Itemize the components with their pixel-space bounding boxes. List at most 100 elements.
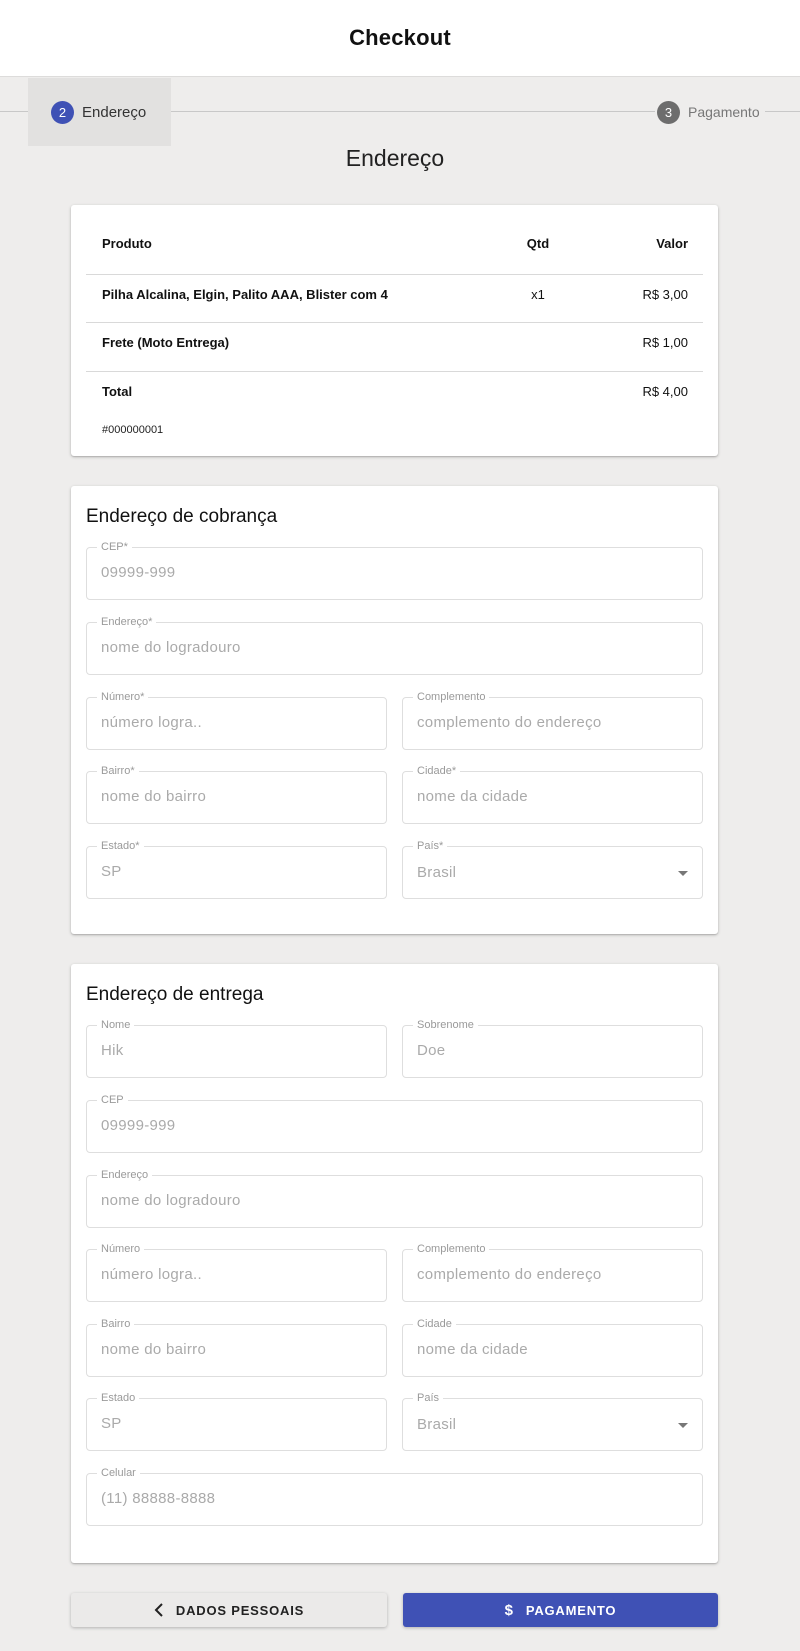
divider (86, 371, 703, 372)
billing-address-card: Endereço de cobrança CEP* Endereço* Núme… (71, 486, 718, 934)
step-endereco[interactable]: 2 Endereço (28, 78, 171, 146)
billing-cidade-field[interactable]: Cidade* (402, 764, 703, 824)
billing-cep-input[interactable] (101, 564, 676, 581)
billing-estado-field[interactable]: Estado* (86, 839, 387, 899)
button-label: DADOS PESSOAIS (175, 1602, 305, 1618)
field-label: Complemento (413, 690, 490, 704)
shipping-complemento-field[interactable]: Complemento (402, 1242, 703, 1302)
selected-value: Brasil (417, 864, 457, 881)
billing-estado-input[interactable] (101, 863, 360, 880)
top-bar: Checkout (0, 0, 800, 77)
stepper-connector (0, 111, 28, 112)
stepper-connector (765, 111, 800, 112)
field-label: Número (97, 1242, 145, 1256)
dollar-icon: $ (504, 1601, 514, 1619)
button-label: PAGAMENTO (525, 1602, 617, 1618)
shipping-numero-field[interactable]: Número (86, 1242, 387, 1302)
field-label: Endereço* (97, 615, 157, 629)
field-label: Sobrenome (413, 1018, 478, 1032)
field-label: Bairro* (97, 764, 139, 778)
shipping-celular-input[interactable] (101, 1490, 676, 1507)
shipping-value: R$ 1,00 (642, 334, 688, 350)
field-label: Complemento (413, 1242, 490, 1256)
billing-endereco-input[interactable] (101, 639, 676, 656)
total-value: R$ 4,00 (642, 383, 688, 399)
order-id: #000000001 (102, 424, 164, 436)
col-header-product: Produto (102, 235, 152, 251)
field-label: Estado* (97, 839, 144, 853)
field-label: CEP (97, 1093, 128, 1107)
billing-cep-field[interactable]: CEP* (86, 540, 703, 600)
shipping-estado-field[interactable]: Estado (86, 1391, 387, 1451)
step-pagamento[interactable]: 3 Pagamento (655, 78, 765, 146)
shipping-estado-input[interactable] (101, 1415, 360, 1432)
shipping-cep-input[interactable] (101, 1117, 676, 1134)
field-label: Nome (97, 1018, 135, 1032)
field-label: Endereço (97, 1168, 153, 1182)
billing-endereco-field[interactable]: Endereço* (86, 615, 703, 675)
field-label: Cidade* (413, 764, 461, 778)
shipping-endereco-field[interactable]: Endereço (86, 1168, 703, 1228)
checkout-stepper: 2 Endereço 3 Pagamento (0, 78, 800, 146)
shipping-sobrenome-input[interactable] (417, 1042, 676, 1059)
page-header-title: Checkout (349, 25, 451, 50)
shipping-address-card: Endereço de entrega Nome Sobrenome CEP E… (71, 964, 718, 1563)
shipping-nome-input[interactable] (101, 1042, 360, 1059)
billing-numero-input[interactable] (101, 714, 360, 731)
shipping-endereco-input[interactable] (101, 1192, 676, 1209)
stepper-connector (171, 111, 655, 112)
field-label: País* (413, 839, 448, 853)
field-label: Cidade (413, 1317, 456, 1331)
shipping-numero-input[interactable] (101, 1266, 360, 1283)
billing-numero-field[interactable]: Número* (86, 690, 387, 750)
step-number: 2 (51, 100, 74, 124)
total-row: Total R$ 4,00 (86, 381, 703, 401)
shipping-title: Endereço de entrega (86, 984, 264, 1005)
shipping-nome-field[interactable]: Nome (86, 1018, 387, 1078)
shipping-celular-field[interactable]: Celular (86, 1466, 703, 1526)
shipping-pais-select[interactable]: País Brasil (402, 1391, 703, 1451)
total-label: Total (102, 383, 133, 399)
billing-pais-select[interactable]: País* Brasil (402, 839, 703, 899)
chevron-left-icon (154, 1603, 164, 1617)
divider (86, 322, 703, 323)
field-label: Número* (97, 690, 149, 704)
billing-complemento-field[interactable]: Complemento (402, 690, 703, 750)
divider (86, 274, 703, 275)
go-to-payment-button[interactable]: $ PAGAMENTO (403, 1593, 718, 1627)
section-title: Endereço (345, 145, 445, 171)
step-label: Pagamento (688, 104, 760, 120)
billing-cidade-input[interactable] (417, 788, 676, 805)
dropdown-arrow-icon[interactable] (678, 871, 688, 876)
billing-complemento-input[interactable] (417, 714, 676, 731)
billing-title: Endereço de cobrança (86, 506, 278, 527)
field-label: Bairro (97, 1317, 135, 1331)
shipping-bairro-input[interactable] (101, 1341, 360, 1358)
shipping-cidade-input[interactable] (417, 1341, 676, 1358)
summary-header-row: Produto Qtd Valor (86, 233, 703, 253)
field-label: CEP* (97, 540, 132, 554)
table-row: Pilha Alcalina, Elgin, Palito AAA, Blist… (86, 284, 703, 304)
field-label: País (413, 1391, 444, 1405)
product-value: R$ 3,00 (642, 286, 688, 302)
shipping-row: Frete (Moto Entrega) R$ 1,00 (86, 332, 703, 352)
field-label: Celular (97, 1466, 140, 1480)
product-name: Pilha Alcalina, Elgin, Palito AAA, Blist… (102, 286, 388, 302)
col-header-qty: Qtd (526, 235, 550, 251)
billing-bairro-field[interactable]: Bairro* (86, 764, 387, 824)
field-label: Estado (97, 1391, 140, 1405)
shipping-label: Frete (Moto Entrega) (102, 334, 230, 350)
back-to-personal-data-button[interactable]: DADOS PESSOAIS (71, 1593, 387, 1627)
shipping-sobrenome-field[interactable]: Sobrenome (402, 1018, 703, 1078)
shipping-complemento-input[interactable] (417, 1266, 676, 1283)
product-qty: x1 (531, 286, 545, 302)
step-label: Endereço (82, 103, 147, 121)
col-header-value: Valor (656, 235, 688, 251)
shipping-cidade-field[interactable]: Cidade (402, 1317, 703, 1377)
order-summary-card: Produto Qtd Valor Pilha Alcalina, Elgin,… (71, 205, 718, 456)
shipping-bairro-field[interactable]: Bairro (86, 1317, 387, 1377)
dropdown-arrow-icon[interactable] (678, 1423, 688, 1428)
billing-bairro-input[interactable] (101, 788, 360, 805)
selected-value: Brasil (417, 1416, 457, 1433)
shipping-cep-field[interactable]: CEP (86, 1093, 703, 1153)
